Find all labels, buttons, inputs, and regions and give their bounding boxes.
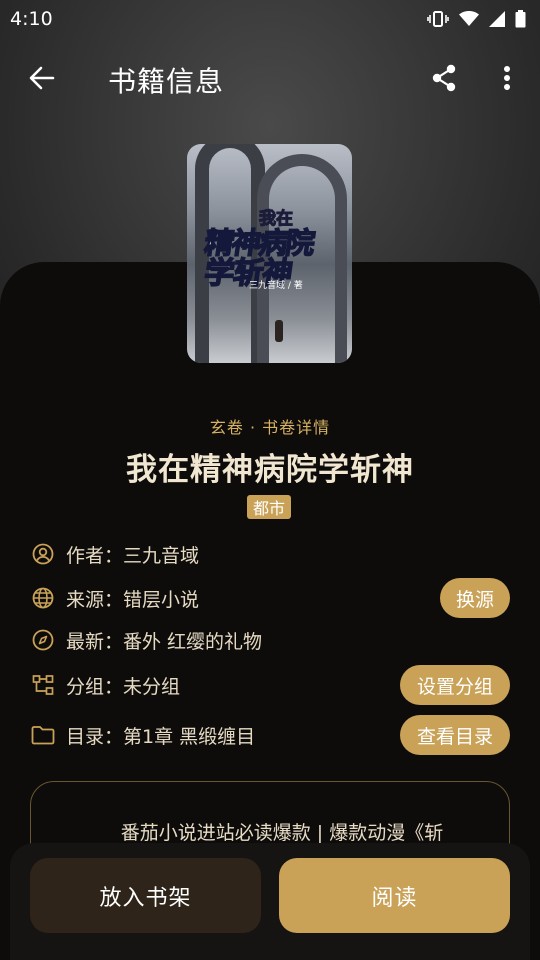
genre-badge[interactable]: 都市 xyxy=(247,495,291,519)
more-options-button[interactable] xyxy=(492,62,522,94)
wifi-icon xyxy=(459,11,479,27)
latest-chapter-row: 最新：番外 红缨的礼物 xyxy=(30,620,510,660)
author-row: 作者：三九音域 xyxy=(30,534,510,574)
app-bar: 书籍信息 xyxy=(0,46,540,110)
source-text: 来源：错层小说 xyxy=(66,588,200,611)
read-button[interactable]: 阅读 xyxy=(279,858,510,933)
folder-icon xyxy=(30,722,56,748)
arrow-back-icon xyxy=(29,66,55,90)
compass-icon xyxy=(30,627,56,653)
vibrate-icon xyxy=(427,10,449,28)
cellular-icon xyxy=(489,11,505,27)
status-time: 4:10 xyxy=(10,8,53,30)
change-source-button[interactable]: 换源 xyxy=(440,578,510,618)
toc-row: 目录：第1章 黑缎缠目 查看目录 xyxy=(30,715,510,755)
intro-text: 番茄小说进站必读爆款 | 爆款动漫《斩 xyxy=(120,822,444,844)
book-kicker: 玄卷 · 书卷详情 xyxy=(209,418,331,437)
group-row: 分组：未分组 设置分组 xyxy=(30,665,510,705)
toc-text: 目录：第1章 黑缎缠目 xyxy=(66,725,256,748)
set-group-button[interactable]: 设置分组 xyxy=(400,665,510,705)
status-icons xyxy=(427,10,526,28)
group-tree-icon xyxy=(30,672,56,698)
cover-art-figure xyxy=(275,320,283,342)
book-title: 我在精神病院学斩神 xyxy=(126,452,414,488)
share-button[interactable] xyxy=(426,62,462,94)
more-vert-icon xyxy=(504,66,510,90)
author-text: 作者：三九音域 xyxy=(66,544,200,567)
add-to-shelf-button[interactable]: 放入书架 xyxy=(30,858,261,933)
battery-icon xyxy=(515,10,526,28)
cover-author-credit: 三九音域 / 著 xyxy=(249,281,303,291)
latest-chapter-text: 最新：番外 红缨的礼物 xyxy=(66,630,263,653)
share-icon xyxy=(432,64,456,92)
source-row: 来源：错层小说 换源 xyxy=(30,578,510,618)
person-icon xyxy=(30,541,56,567)
group-text: 分组：未分组 xyxy=(66,675,181,698)
globe-icon xyxy=(30,585,56,611)
back-button[interactable] xyxy=(22,60,62,96)
view-toc-button[interactable]: 查看目录 xyxy=(400,715,510,755)
status-bar: 4:10 xyxy=(0,0,540,38)
page-title: 书籍信息 xyxy=(108,65,225,98)
book-cover[interactable]: 我在 精神病院 学斩神 三九音域 / 著 xyxy=(187,144,352,363)
